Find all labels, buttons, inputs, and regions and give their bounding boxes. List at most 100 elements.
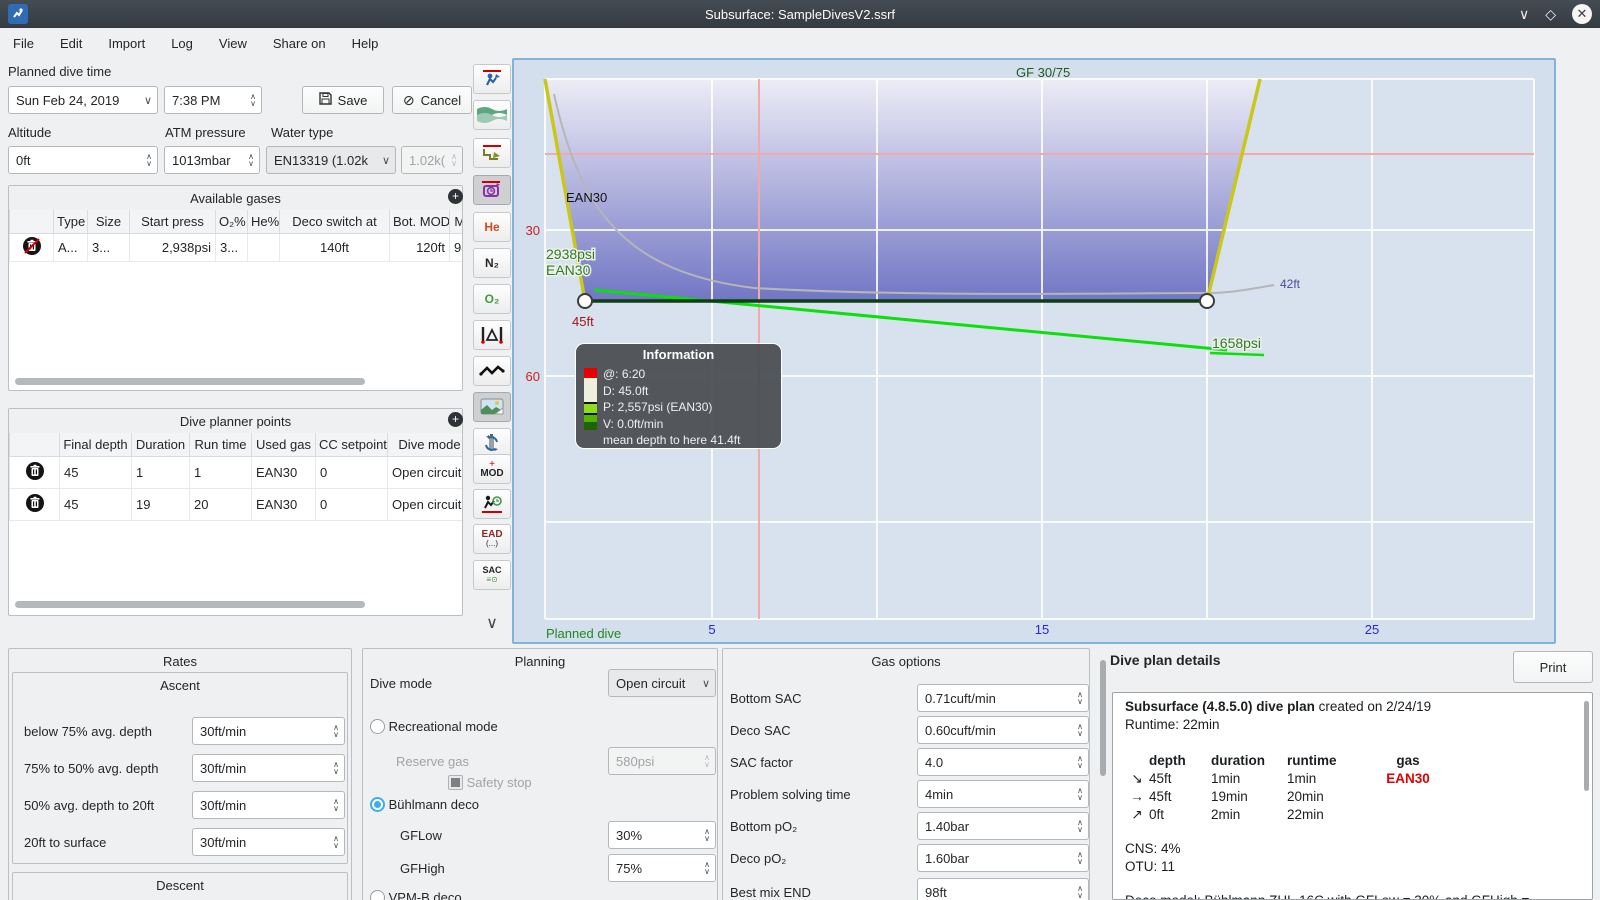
- bottom-depth-label: 45ft: [572, 314, 594, 329]
- waypoint-handle[interactable]: [1199, 293, 1215, 309]
- add-gas-button[interactable]: +: [448, 189, 463, 204]
- delete-point-icon[interactable]: [25, 493, 45, 516]
- delete-gas-icon[interactable]: [22, 236, 42, 259]
- dive-plan-text-box[interactable]: Subsurface (4.8.5.0) dive plan created o…: [1112, 692, 1593, 900]
- col-mnd[interactable]: MN: [449, 210, 462, 234]
- col-duration[interactable]: Duration: [131, 433, 190, 457]
- rate-spinbox-4[interactable]: 30ft/min ∧ ∨: [192, 828, 345, 856]
- toolbar-pn-he-button[interactable]: He: [472, 212, 512, 242]
- col-deco-switch[interactable]: Deco switch at: [279, 210, 390, 234]
- water-type-label: Water type: [271, 125, 334, 140]
- toolbar-dc-ceiling-button[interactable]: [472, 138, 512, 168]
- close-icon[interactable]: ✕: [1572, 4, 1592, 24]
- toolbar-pn-n2-button[interactable]: N₂: [472, 248, 512, 278]
- gfhigh-label: GFHigh: [400, 861, 445, 876]
- gas-row[interactable]: A... 3... 2,938psi 3... 140ft 120ft 98f: [9, 233, 462, 262]
- planner-row[interactable]: 45 1 1 EAN30 0 Open circuit: [9, 456, 462, 489]
- cancel-button[interactable]: ⊘ Cancel: [392, 86, 472, 114]
- toolbar-pn-o2-button[interactable]: O₂: [472, 284, 512, 314]
- plan-otu: OTU: 11: [1125, 859, 1176, 874]
- toolbar-collapse-chevron-icon[interactable]: ∨: [472, 608, 512, 638]
- col-size[interactable]: Size: [87, 210, 130, 234]
- dive-profile-chart[interactable]: GF 30/75 30 60 5 15 25 EAN30 2938psi EAN…: [512, 58, 1556, 644]
- col-o2[interactable]: O₂%: [215, 210, 248, 234]
- recreational-mode-radio[interactable]: Recreational mode: [370, 719, 498, 734]
- tooltip-gas-bar-icon: [584, 368, 597, 430]
- toolbar-setpoint-button[interactable]: [472, 175, 512, 205]
- date-combo[interactable]: Sun Feb 24, 2019 ∨: [8, 86, 158, 114]
- toolbar-ndl-button[interactable]: [472, 489, 512, 519]
- col-run-time[interactable]: Run time: [189, 433, 252, 457]
- vpmb-deco-radio[interactable]: VPM-B deco: [370, 890, 462, 900]
- tooltip-mean-depth: mean depth to here 41.4ft: [603, 433, 741, 447]
- best-mix-end-spinbox[interactable]: 98ft ∧ ∨: [917, 878, 1089, 900]
- plan-text-vscrollbar[interactable]: [1584, 701, 1589, 791]
- add-planner-point-button[interactable]: +: [448, 412, 463, 427]
- tooltip-time: @: 6:20: [603, 367, 646, 381]
- rate-spinbox-3[interactable]: 30ft/min ∧ ∨: [192, 791, 345, 819]
- ascend-arrow-icon: ↗: [1131, 807, 1143, 822]
- toolbar-ead-button[interactable]: EAD (...): [472, 524, 512, 554]
- maximize-icon[interactable]: ◇: [1545, 6, 1556, 23]
- menu-import[interactable]: Import: [95, 36, 158, 51]
- col-dive-mode[interactable]: Dive mode: [387, 433, 462, 457]
- menu-log[interactable]: Log: [158, 36, 206, 51]
- gflow-spinbox[interactable]: 30% ∧ ∨: [608, 821, 716, 849]
- toolbar-mod-button[interactable]: + MOD: [472, 454, 512, 484]
- bottom-sac-spinbox[interactable]: 0.71cuft/min ∧ ∨: [917, 684, 1089, 712]
- toolbar-salinity-waves-button[interactable]: [472, 100, 512, 130]
- bottom-po2-spinbox[interactable]: 1.40bar ∧ ∨: [917, 812, 1089, 840]
- delete-point-icon[interactable]: [25, 461, 45, 484]
- sac-factor-label: SAC factor: [730, 755, 793, 770]
- rates-title: Rates: [163, 654, 197, 669]
- buhlmann-deco-radio[interactable]: Bühlmann deco: [370, 797, 479, 812]
- col-bot-mod[interactable]: Bot. MOD: [389, 210, 450, 234]
- toolbar-calculated-ceiling-button[interactable]: [472, 64, 512, 94]
- gfhigh-spinbox[interactable]: 75% ∧ ∨: [608, 854, 716, 882]
- plan-col-gas: gas: [1396, 753, 1420, 768]
- problem-solving-time-spinbox[interactable]: 4min ∧ ∨: [917, 780, 1089, 808]
- plan-col-duration: duration: [1211, 753, 1265, 768]
- time-spinbox[interactable]: 7:38 PM ∧ ∨: [164, 86, 262, 114]
- chevron-down-icon: ∨: [701, 677, 711, 690]
- altitude-spinbox[interactable]: 0ft ∧ ∨: [8, 146, 158, 174]
- save-button[interactable]: Save: [302, 86, 384, 114]
- atm-pressure-label: ATM pressure: [165, 125, 246, 140]
- waypoint-handle[interactable]: [577, 293, 593, 309]
- col-type[interactable]: Type: [53, 210, 88, 234]
- atm-pressure-spinbox[interactable]: 1013mbar ∧ ∨: [164, 146, 260, 174]
- gases-hscrollbar[interactable]: [15, 378, 365, 385]
- planner-hscrollbar[interactable]: [15, 601, 365, 608]
- dive-mode-combo[interactable]: Open circuit ∨: [608, 669, 716, 697]
- menu-share-on[interactable]: Share on: [260, 36, 339, 51]
- sac-factor-spinbox[interactable]: 4.0 ∧ ∨: [917, 748, 1089, 776]
- toolbar-photos-button[interactable]: [472, 392, 512, 422]
- menu-view[interactable]: View: [206, 36, 260, 51]
- details-vscrollbar[interactable]: [1100, 660, 1106, 776]
- plan-cns: CNS: 4%: [1125, 841, 1181, 856]
- rate-spinbox-2[interactable]: 30ft/min ∧ ∨: [192, 754, 345, 782]
- print-button[interactable]: Print: [1513, 651, 1593, 683]
- menu-file[interactable]: File: [0, 36, 47, 51]
- menu-help[interactable]: Help: [339, 36, 392, 51]
- toolbar-heartrate-button[interactable]: [472, 356, 512, 386]
- rate-spinbox-1[interactable]: 30ft/min ∧ ∨: [192, 717, 345, 745]
- col-final-depth[interactable]: Final depth: [59, 433, 132, 457]
- menu-edit[interactable]: Edit: [47, 36, 95, 51]
- plan-col-depth: depth: [1149, 753, 1186, 768]
- col-used-gas[interactable]: Used gas: [251, 433, 316, 457]
- col-cc-setpoint[interactable]: CC setpoint: [315, 433, 388, 457]
- col-he[interactable]: He%: [247, 210, 280, 234]
- col-start-press[interactable]: Start press: [129, 210, 216, 234]
- deco-po2-spinbox[interactable]: 1.60bar ∧ ∨: [917, 844, 1089, 872]
- minimize-icon[interactable]: ∨: [1519, 6, 1529, 23]
- water-type-combo[interactable]: EN13319 (1.02k ∨: [266, 146, 396, 174]
- planner-row[interactable]: 45 19 20 EAN30 0 Open circuit: [9, 488, 462, 521]
- toolbar-sac-button[interactable]: SAC ≡⊙: [472, 560, 512, 590]
- spin-arrows-icon: ∧ ∨: [248, 152, 254, 168]
- end-pressure-label: 1658psi: [1212, 335, 1261, 351]
- toolbar-tissues-button[interactable]: [472, 320, 512, 350]
- altitude-label: Altitude: [8, 125, 52, 140]
- rate-label-1: below 75% avg. depth: [24, 724, 152, 739]
- deco-sac-spinbox[interactable]: 0.60cuft/min ∧ ∨: [917, 716, 1089, 744]
